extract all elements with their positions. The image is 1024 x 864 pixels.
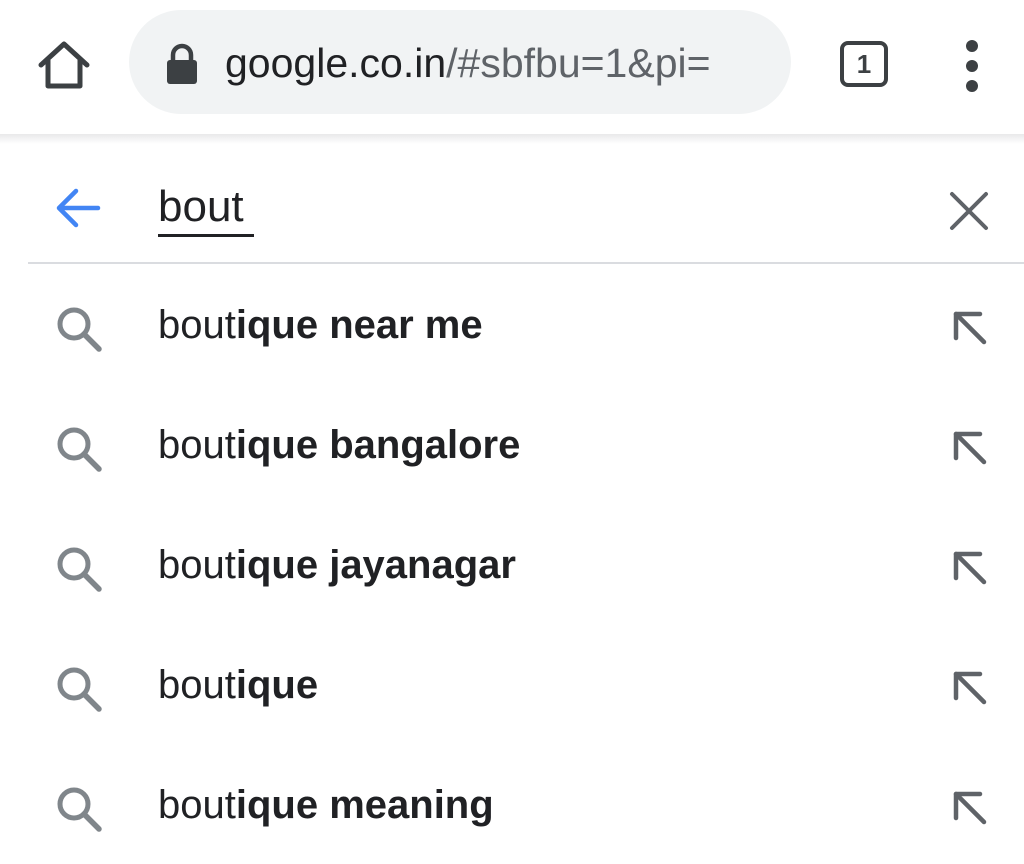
url-text[interactable]: google.co.in/#sbfbu=1&pi= — [225, 38, 711, 88]
suggestion-text: boutique meaning — [158, 780, 494, 830]
arrow-up-left-icon[interactable] — [948, 786, 992, 830]
arrow-left-icon[interactable] — [52, 184, 104, 232]
close-icon[interactable] — [948, 190, 990, 232]
lock-icon — [167, 43, 197, 84]
url-path: /#sbfbu=1&pi= — [446, 40, 711, 86]
suggestion-item[interactable]: boutique — [0, 624, 1024, 744]
home-button[interactable] — [34, 36, 94, 94]
tab-count-badge: 1 — [840, 41, 888, 87]
arrow-up-left-icon[interactable] — [948, 546, 992, 590]
omnibox[interactable]: google.co.in/#sbfbu=1&pi= — [129, 10, 791, 114]
search-input[interactable]: bout — [158, 182, 244, 232]
suggestion-completion: ique meaning — [235, 783, 494, 827]
suggestion-typed: bout — [158, 423, 236, 467]
composition-underline — [158, 234, 254, 237]
search-icon — [57, 307, 102, 352]
search-icon — [57, 787, 102, 832]
suggestion-list: boutique near me boutique bangalore bout… — [0, 264, 1024, 864]
search-box: bout — [28, 144, 1024, 264]
tab-switcher-button[interactable]: 1 — [836, 38, 892, 90]
suggestion-completion: ique — [235, 663, 319, 707]
tab-count: 1 — [856, 48, 872, 79]
menu-dot — [966, 60, 978, 72]
suggestion-completion: ique bangalore — [235, 423, 521, 467]
overflow-menu-button[interactable] — [950, 36, 994, 96]
home-icon — [38, 41, 90, 89]
suggestion-typed: bout — [158, 303, 236, 347]
suggestion-item[interactable]: boutique jayanagar — [0, 504, 1024, 624]
arrow-up-left-icon[interactable] — [948, 426, 992, 470]
url-host: google.co.in — [225, 40, 447, 86]
suggestion-text: boutique bangalore — [158, 420, 520, 470]
suggestion-item[interactable]: boutique bangalore — [0, 384, 1024, 504]
suggestion-item[interactable]: boutique near me — [0, 264, 1024, 384]
arrow-up-left-icon[interactable] — [948, 666, 992, 710]
suggestion-text: boutique near me — [158, 300, 483, 350]
suggestion-completion: ique near me — [235, 303, 483, 347]
suggestion-typed: bout — [158, 783, 236, 827]
menu-dot — [966, 40, 978, 52]
search-icon — [57, 667, 102, 712]
suggestion-typed: bout — [158, 543, 236, 587]
search-icon — [57, 547, 102, 592]
suggestion-completion: ique jayanagar — [235, 543, 516, 587]
toolbar-shadow — [0, 134, 1024, 144]
suggestion-text: boutique — [158, 660, 318, 710]
search-icon — [57, 427, 102, 472]
menu-dot — [966, 80, 978, 92]
browser-toolbar: google.co.in/#sbfbu=1&pi= 1 — [0, 0, 1024, 134]
arrow-up-left-icon[interactable] — [948, 306, 992, 350]
suggestion-item[interactable]: boutique meaning — [0, 744, 1024, 864]
suggestion-text: boutique jayanagar — [158, 540, 516, 590]
suggestion-typed: bout — [158, 663, 236, 707]
